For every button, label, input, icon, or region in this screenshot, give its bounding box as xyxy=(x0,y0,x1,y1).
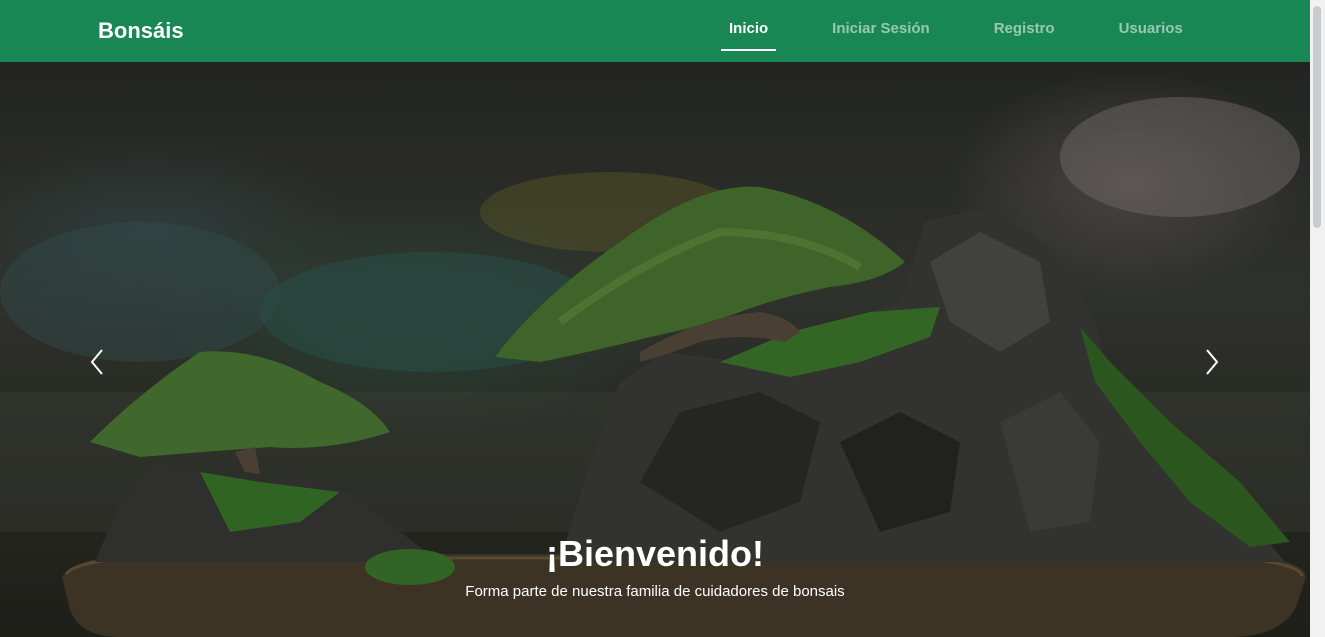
chevron-left-icon xyxy=(90,349,103,375)
caption-text: Forma parte de nuestra familia de cuidad… xyxy=(465,583,845,600)
caption-title: ¡Bienvenido! xyxy=(545,533,764,574)
brand-logo[interactable]: Bonsáis xyxy=(98,18,184,44)
chevron-right-icon xyxy=(1206,349,1219,375)
hero-carousel: ¡Bienvenido! Forma parte de nuestra fami… xyxy=(0,62,1310,637)
page: Bonsáis Inicio Iniciar Sesión Registro U… xyxy=(0,0,1325,637)
nav-link-inicio[interactable]: Inicio xyxy=(720,0,777,62)
carousel-next-button[interactable] xyxy=(1191,342,1231,382)
carousel-prev-button[interactable] xyxy=(78,342,118,382)
nav-link-iniciar-sesion[interactable]: Iniciar Sesión xyxy=(832,0,930,62)
navbar: Bonsáis Inicio Iniciar Sesión Registro U… xyxy=(0,0,1310,62)
nav-links: Inicio Iniciar Sesión Registro Usuarios xyxy=(700,0,1183,62)
scrollbar[interactable] xyxy=(1310,0,1325,637)
nav-link-usuarios[interactable]: Usuarios xyxy=(1119,0,1183,62)
scrollbar-thumb[interactable] xyxy=(1313,6,1321,228)
carousel-caption: ¡Bienvenido! Forma parte de nuestra fami… xyxy=(0,530,1310,602)
nav-link-registro[interactable]: Registro xyxy=(994,0,1055,62)
